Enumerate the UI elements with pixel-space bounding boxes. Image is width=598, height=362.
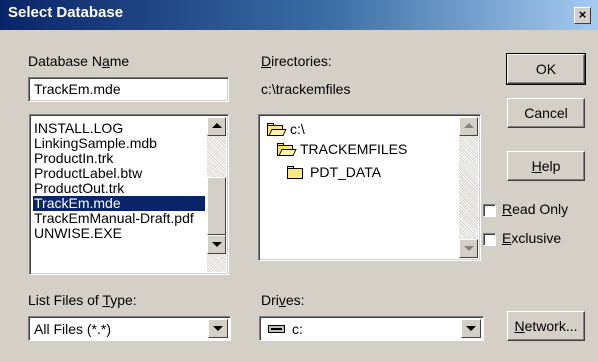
file-type-value: All Files (*.*) <box>34 321 112 337</box>
open-folder-icon <box>277 143 297 156</box>
network-button[interactable]: Network... <box>507 311 585 341</box>
folder-item-pdt-data[interactable]: PDT_DATA <box>287 163 381 181</box>
window-title: Select Database <box>8 4 124 21</box>
read-only-label[interactable]: Read Only <box>502 201 568 217</box>
file-list-item-selected[interactable]: TrackEm.mde <box>33 196 205 211</box>
title-bar[interactable]: Select Database × <box>0 0 598 30</box>
read-only-checkbox[interactable] <box>483 204 496 217</box>
cancel-button[interactable]: Cancel <box>507 98 585 128</box>
directories-label: Directories: <box>261 53 332 69</box>
drives-label: Drives: <box>261 292 305 308</box>
drives-value: c: <box>292 321 303 337</box>
exclusive-label[interactable]: Exclusive <box>502 230 561 246</box>
database-name-label: Database Name <box>28 53 130 69</box>
down-arrow-icon <box>464 246 474 251</box>
database-name-input[interactable]: TrackEm.mde <box>28 77 229 102</box>
file-list-item[interactable]: INSTALL.LOG <box>34 121 204 136</box>
folder-item-root[interactable]: c:\ <box>267 120 305 138</box>
select-database-dialog: Select Database × Database Name TrackEm.… <box>0 0 598 362</box>
file-list-item[interactable]: ProductOut.trk <box>34 181 204 196</box>
file-type-dropdown-button[interactable] <box>208 319 228 338</box>
scroll-down-button[interactable] <box>207 235 226 254</box>
directory-tree-scrollbar[interactable] <box>459 117 478 258</box>
ok-button[interactable]: OK <box>506 53 586 85</box>
scroll-up-button[interactable] <box>459 117 478 136</box>
file-type-label: List Files of Type: <box>28 292 137 308</box>
file-list-item[interactable]: LinkingSample.mdb <box>34 136 204 151</box>
file-list[interactable]: INSTALL.LOG LinkingSample.mdb ProductIn.… <box>29 114 229 275</box>
close-icon: × <box>578 7 587 22</box>
file-list-item[interactable]: ProductIn.trk <box>34 151 204 166</box>
down-arrow-icon <box>212 242 222 247</box>
drives-dropdown-button[interactable] <box>461 319 481 338</box>
file-list-scrollbar[interactable] <box>207 117 226 272</box>
file-type-dropdown[interactable]: All Files (*.*) <box>28 316 231 341</box>
file-list-item[interactable]: UNWISE.EXE <box>34 226 204 241</box>
directory-tree[interactable]: c:\ TRACKEMFILES PDT_DATA <box>258 114 481 261</box>
chevron-down-icon <box>466 326 476 331</box>
current-directory-path: c:\trackemfiles <box>261 81 351 97</box>
scroll-down-button[interactable] <box>459 239 478 258</box>
scroll-up-button[interactable] <box>207 117 226 136</box>
help-button[interactable]: Help <box>507 151 585 181</box>
open-folder-icon <box>267 123 287 136</box>
scrollbar-thumb[interactable] <box>207 177 226 235</box>
exclusive-checkbox[interactable] <box>483 233 496 246</box>
up-arrow-icon <box>212 123 222 128</box>
file-list-item[interactable]: ProductLabel.btw <box>34 166 204 181</box>
up-arrow-icon <box>464 123 474 128</box>
drives-dropdown[interactable]: c: <box>259 316 484 341</box>
chevron-down-icon <box>213 326 223 331</box>
drive-icon <box>268 325 285 333</box>
folder-item-trackemfiles[interactable]: TRACKEMFILES <box>277 140 407 158</box>
file-list-item[interactable]: TrackEmManual-Draft.pdf <box>34 211 204 226</box>
folder-icon <box>287 166 305 179</box>
close-button[interactable]: × <box>574 7 591 24</box>
